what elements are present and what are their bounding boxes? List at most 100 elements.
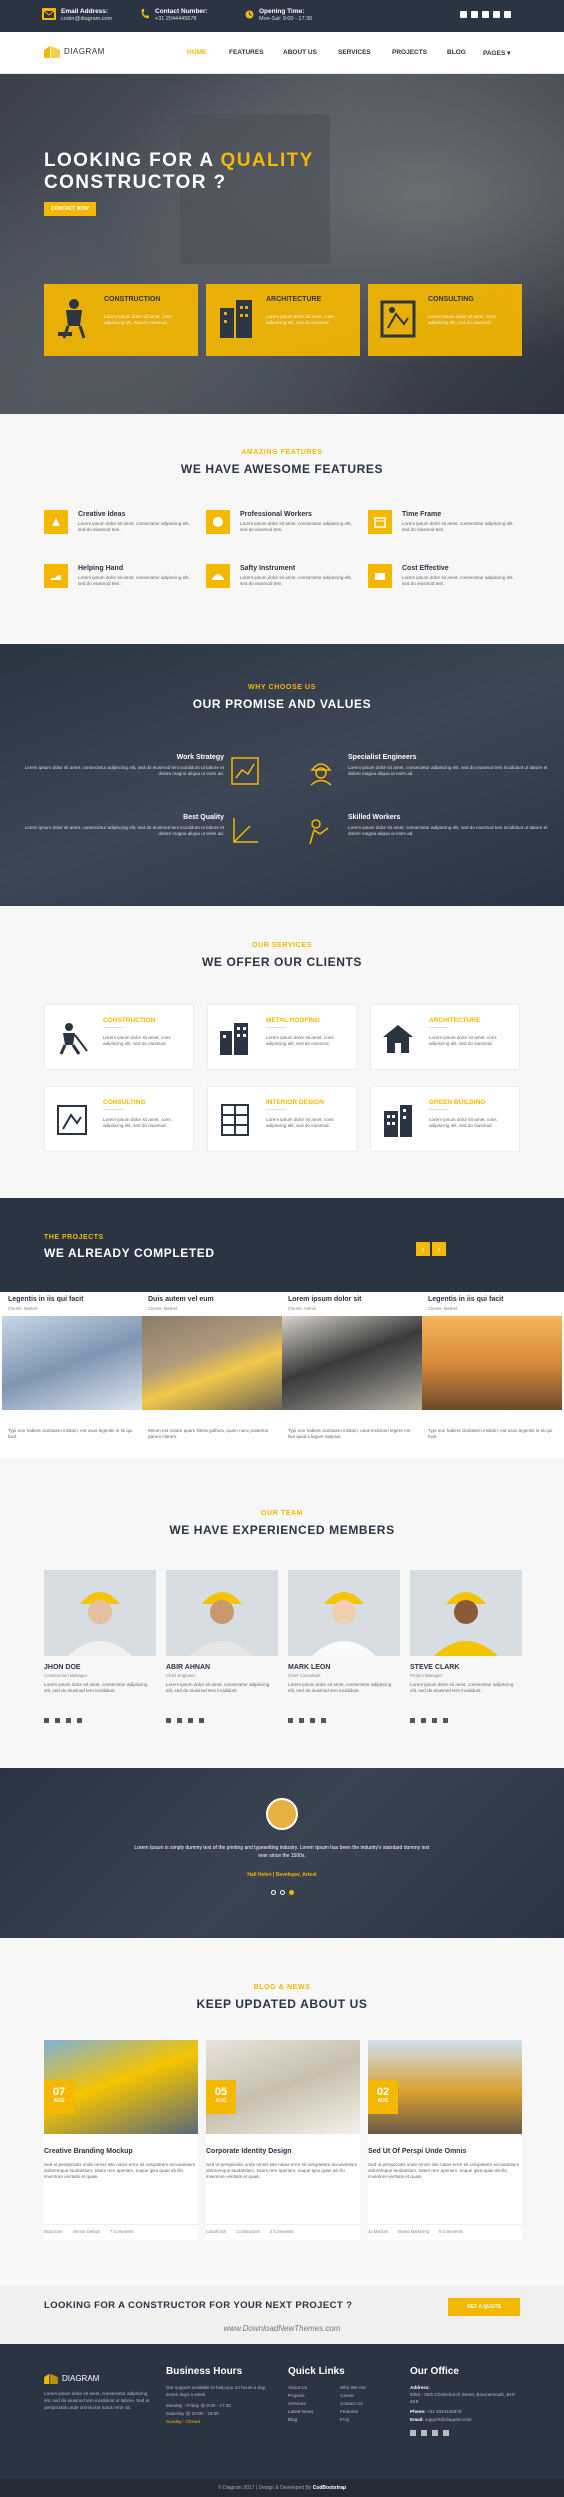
hero-card-architecture[interactable]: ARCHITECTURE Lorem ipsum dolor sit amet,…	[206, 284, 360, 356]
linkedin-icon[interactable]	[482, 11, 489, 18]
footer-link[interactable]: Who We Are	[340, 2384, 366, 2392]
nav-features[interactable]: FEATURES	[229, 49, 264, 56]
facebook-icon[interactable]	[288, 1718, 293, 1723]
post-category[interactable]: Interior Design	[73, 2229, 100, 2234]
google-plus-icon[interactable]	[504, 11, 511, 18]
features-subtitle: AMAZING FEATURES	[241, 449, 323, 456]
nav-projects[interactable]: PROJECTS	[392, 49, 427, 56]
email-icon[interactable]	[443, 1718, 448, 1723]
services-section: OUR SERVICES WE OFFER OUR CLIENTS CONSTR…	[0, 906, 564, 1198]
service-green-building[interactable]: GREEN BUILDING Lorem ipsum dolor sit ame…	[370, 1086, 520, 1152]
blog-post[interactable]: 05 AUG Corporate Identity Design Sed ut p…	[206, 2040, 360, 2240]
project-client: Clients: Admin	[288, 1306, 317, 1311]
project-card[interactable]: Legentis in iis qui facit Clients: Marke…	[422, 1292, 562, 1458]
footer-link[interactable]: FAQ	[340, 2416, 366, 2424]
post-comments[interactable]: 5 Comments	[439, 2229, 463, 2234]
post-title[interactable]: Sed Ut Of Perspi Unde Omnis	[368, 2148, 466, 2155]
linkedin-icon[interactable]	[432, 2430, 438, 2436]
post-day: 02	[376, 2086, 390, 2098]
post-title[interactable]: Creative Branding Mockup	[44, 2148, 133, 2155]
next-arrow-button[interactable]: ›	[432, 1242, 446, 1256]
project-card[interactable]: Legentis in iis qui facit Clients: Marke…	[2, 1292, 142, 1458]
footer-link[interactable]: Features	[340, 2408, 366, 2416]
team-member[interactable]: ABIR AHNAN Chief Engineer Lorem ipsum do…	[166, 1570, 278, 1730]
post-comments[interactable]: 4 Comments	[270, 2229, 294, 2234]
top-bar: Email Address: coder@diagram.com Contact …	[0, 0, 564, 32]
our-office-title: Our Office	[410, 2366, 459, 2377]
logo[interactable]: DIAGRAM	[44, 44, 105, 58]
testimonial-quote: Lorem Ipsum is simply dummy text of the …	[134, 1845, 430, 1859]
email-icon[interactable]	[199, 1718, 204, 1723]
team-member[interactable]: JHON DOE Construction Manager Lorem ipsu…	[44, 1570, 156, 1730]
twitter-icon[interactable]	[299, 1718, 304, 1723]
prev-arrow-button[interactable]: ‹	[416, 1242, 430, 1256]
strategy-icon	[230, 756, 260, 786]
twitter-icon[interactable]	[421, 1718, 426, 1723]
email-value[interactable]: coder@diagram.com	[61, 16, 112, 23]
footer-link[interactable]: Contact Us	[340, 2400, 366, 2408]
blog-post[interactable]: 07 AUG Creative Branding Mockup Sed ut pe…	[44, 2040, 198, 2240]
member-bio: Lorem ipsum dolor sit amet, consectetur …	[166, 1682, 270, 1693]
post-day: 05	[214, 2086, 228, 2098]
copyright-brand[interactable]: CodBootstrap	[313, 2485, 346, 2491]
email-icon[interactable]	[77, 1718, 82, 1723]
post-title[interactable]: Corporate Identity Design	[206, 2148, 292, 2155]
nav-services[interactable]: SERVICES	[338, 49, 371, 56]
twitter-icon[interactable]	[421, 2430, 427, 2436]
twitter-icon[interactable]	[471, 11, 478, 18]
blog-post[interactable]: 02 AUG Sed Ut Of Perspi Unde Omnis Sed ut…	[368, 2040, 522, 2240]
nav-home[interactable]: HOME	[187, 49, 207, 56]
get-a-quote-button[interactable]: GET A QUOTE	[448, 2298, 520, 2316]
facebook-icon[interactable]	[460, 11, 467, 18]
twitter-icon[interactable]	[55, 1718, 60, 1723]
service-consulting[interactable]: CONSULTING Lorem ipsum dolor sit amet, c…	[44, 1086, 194, 1152]
footer-link[interactable]: Projects	[288, 2392, 313, 2400]
linkedin-icon[interactable]	[66, 1718, 71, 1723]
project-card[interactable]: Lorem ipsum dolor sit Clients: Admin Typ…	[282, 1292, 422, 1458]
post-category[interactable]: Brand Marketing	[398, 2229, 429, 2234]
post-author[interactable]: Brian Doe	[44, 2229, 63, 2234]
footer-link[interactable]: Latest News	[288, 2408, 313, 2416]
email-icon[interactable]	[321, 1718, 326, 1723]
nav-pages-dropdown[interactable]: PAGES ▾	[483, 49, 510, 57]
footer-link[interactable]: Career	[340, 2392, 366, 2400]
hero-card-consulting[interactable]: CONSULTING Lorem ipsum dolor sit amet, c…	[368, 284, 522, 356]
post-category[interactable]: Construction	[236, 2229, 260, 2234]
facebook-icon[interactable]	[166, 1718, 171, 1723]
slider-dot[interactable]	[280, 1890, 285, 1895]
footer-link[interactable]: Services	[288, 2400, 313, 2408]
footer-link[interactable]: About Us	[288, 2384, 313, 2392]
twitter-icon[interactable]	[177, 1718, 182, 1723]
contact-now-button[interactable]: CONTACT NOW	[44, 202, 96, 216]
nav-blog[interactable]: BLOG	[447, 49, 466, 56]
dribbble-icon[interactable]	[493, 11, 500, 18]
linkedin-icon[interactable]	[432, 1718, 437, 1723]
facebook-icon[interactable]	[44, 1718, 49, 1723]
team-member[interactable]: STEVE CLARK Project Manager Lorem ipsum …	[410, 1570, 522, 1730]
service-construction[interactable]: CONSTRUCTION Lorem ipsum dolor sit amet,…	[44, 1004, 194, 1070]
slider-dot[interactable]	[271, 1890, 276, 1895]
email-value[interactable]: support@diagram.com	[425, 2417, 472, 2422]
footer-link[interactable]: Blog	[288, 2416, 313, 2424]
project-card[interactable]: Duis autem vel eum Clients: Market Mirum…	[142, 1292, 282, 1458]
facebook-icon[interactable]	[410, 2430, 416, 2436]
google-plus-icon[interactable]	[443, 2430, 449, 2436]
phone-value[interactable]: +31 2044445678	[427, 2409, 462, 2414]
facebook-icon[interactable]	[410, 1718, 415, 1723]
linkedin-icon[interactable]	[188, 1718, 193, 1723]
post-author[interactable]: Cabolt Soli	[206, 2229, 226, 2234]
post-author[interactable]: Jo Maclum	[368, 2229, 388, 2234]
nav-about[interactable]: ABOUT US	[283, 49, 317, 56]
slider-dot-active[interactable]	[289, 1890, 294, 1895]
hero-card-construction[interactable]: CONSTRUCTION Lorem ipsum dolor sit amet,…	[44, 284, 198, 356]
post-comments[interactable]: 7 Comments	[110, 2229, 134, 2234]
team-member[interactable]: MARK LEON Chief Consultant Lorem ipsum d…	[288, 1570, 400, 1730]
phone-value[interactable]: +31 2044445678	[155, 16, 208, 23]
linkedin-icon[interactable]	[310, 1718, 315, 1723]
project-image	[142, 1316, 282, 1410]
service-metal-roofing[interactable]: METAL ROOFING Lorem ipsum dolor sit amet…	[207, 1004, 357, 1070]
email-label: Email:	[410, 2417, 424, 2422]
footer-logo[interactable]: DIAGRAM	[44, 2372, 99, 2384]
service-interior-design[interactable]: INTERIOR DESIGN Lorem ipsum dolor sit am…	[207, 1086, 357, 1152]
service-architecture[interactable]: ARCHITECTURE Lorem ipsum dolor sit amet,…	[370, 1004, 520, 1070]
